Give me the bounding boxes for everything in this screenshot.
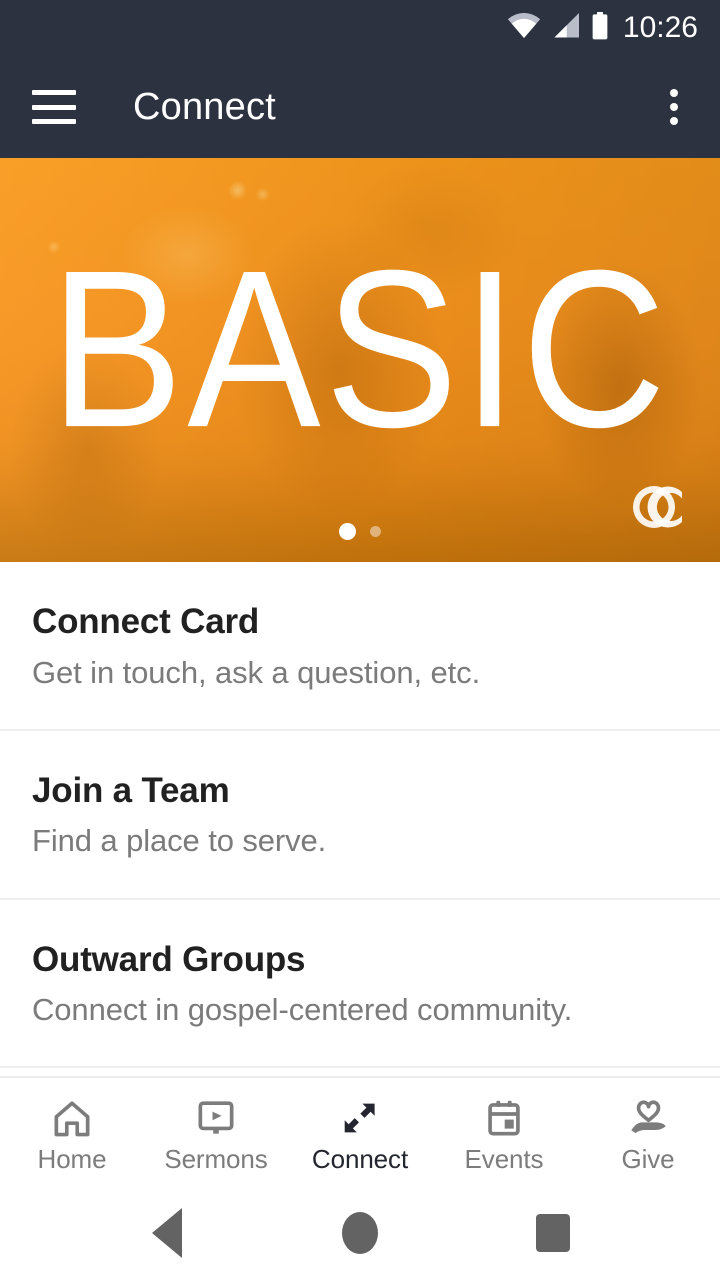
hamburger-menu-icon[interactable] <box>32 90 76 124</box>
list-item-connect-card[interactable]: Connect Card Get in touch, ask a questio… <box>0 562 720 731</box>
overflow-dot <box>670 103 678 111</box>
hand-heart-icon <box>627 1097 669 1139</box>
hamburger-line <box>32 90 76 95</box>
tab-label: Connect <box>311 1143 409 1174</box>
tab-give[interactable]: Give <box>576 1078 720 1186</box>
wifi-icon <box>507 12 541 44</box>
tab-label: Events <box>464 1143 544 1174</box>
home-circle-icon[interactable] <box>315 1203 405 1263</box>
list-item-join-a-team[interactable]: Join a Team Find a place to serve. <box>0 730 720 900</box>
battery-icon <box>591 11 609 45</box>
tab-sermons[interactable]: Sermons <box>144 1078 288 1186</box>
list-item-title: Connect Card <box>32 602 260 641</box>
list-item-title: Outward Groups <box>32 939 306 979</box>
home-circle-shape <box>341 1212 378 1254</box>
recents-square-icon[interactable] <box>508 1203 598 1263</box>
video-monitor-icon <box>195 1097 237 1139</box>
tab-label: Give <box>621 1143 675 1174</box>
list-item-subtitle: Get in touch, ask a question, etc. <box>32 654 481 690</box>
tab-label: Home <box>37 1143 107 1174</box>
hamburger-line <box>32 104 76 110</box>
tab-events[interactable]: Events <box>432 1078 576 1186</box>
carousel-dots <box>0 523 720 540</box>
converging-arrows-icon <box>339 1097 381 1139</box>
list-item-outward-groups[interactable]: Outward Groups Connect in gospel-centere… <box>0 899 720 1069</box>
overflow-dot <box>670 89 678 97</box>
calendar-icon <box>483 1097 525 1139</box>
carousel-dot-1[interactable] <box>339 523 356 540</box>
list-item-subtitle: Connect in gospel-centered community. <box>32 992 573 1028</box>
status-bar: 10:26 <box>0 0 720 56</box>
bottom-tab-bar: Home Sermons Connect Events Give <box>0 1076 720 1186</box>
cell-signal-icon <box>551 12 581 44</box>
back-triangle-shape <box>151 1208 182 1258</box>
tab-connect[interactable]: Connect <box>288 1078 432 1186</box>
android-navigation-bar <box>0 1186 720 1280</box>
status-time: 10:26 <box>622 11 698 44</box>
connect-options-list: Connect Card Get in touch, ask a questio… <box>0 562 720 1076</box>
app-root: 10:26 Connect BASIC Connect Card Get in … <box>0 0 720 1280</box>
list-item-title: Join a Team <box>32 770 230 810</box>
carousel-dot-2[interactable] <box>370 526 381 537</box>
tab-label: Sermons <box>164 1143 268 1174</box>
back-triangle-icon[interactable] <box>122 1203 212 1263</box>
recents-square-shape <box>536 1214 571 1252</box>
status-icons <box>507 11 609 45</box>
hero-headline: BASIC <box>49 224 671 475</box>
tab-home[interactable]: Home <box>0 1078 144 1186</box>
page-title: Connect <box>133 85 276 128</box>
hamburger-line <box>32 119 76 124</box>
list-item-subtitle: Find a place to serve. <box>32 823 327 859</box>
hero-banner-carousel[interactable]: BASIC <box>0 158 720 562</box>
app-bar: Connect <box>0 56 720 158</box>
home-icon <box>51 1097 93 1139</box>
overflow-menu-icon[interactable] <box>652 85 696 129</box>
overflow-dot <box>670 117 678 125</box>
